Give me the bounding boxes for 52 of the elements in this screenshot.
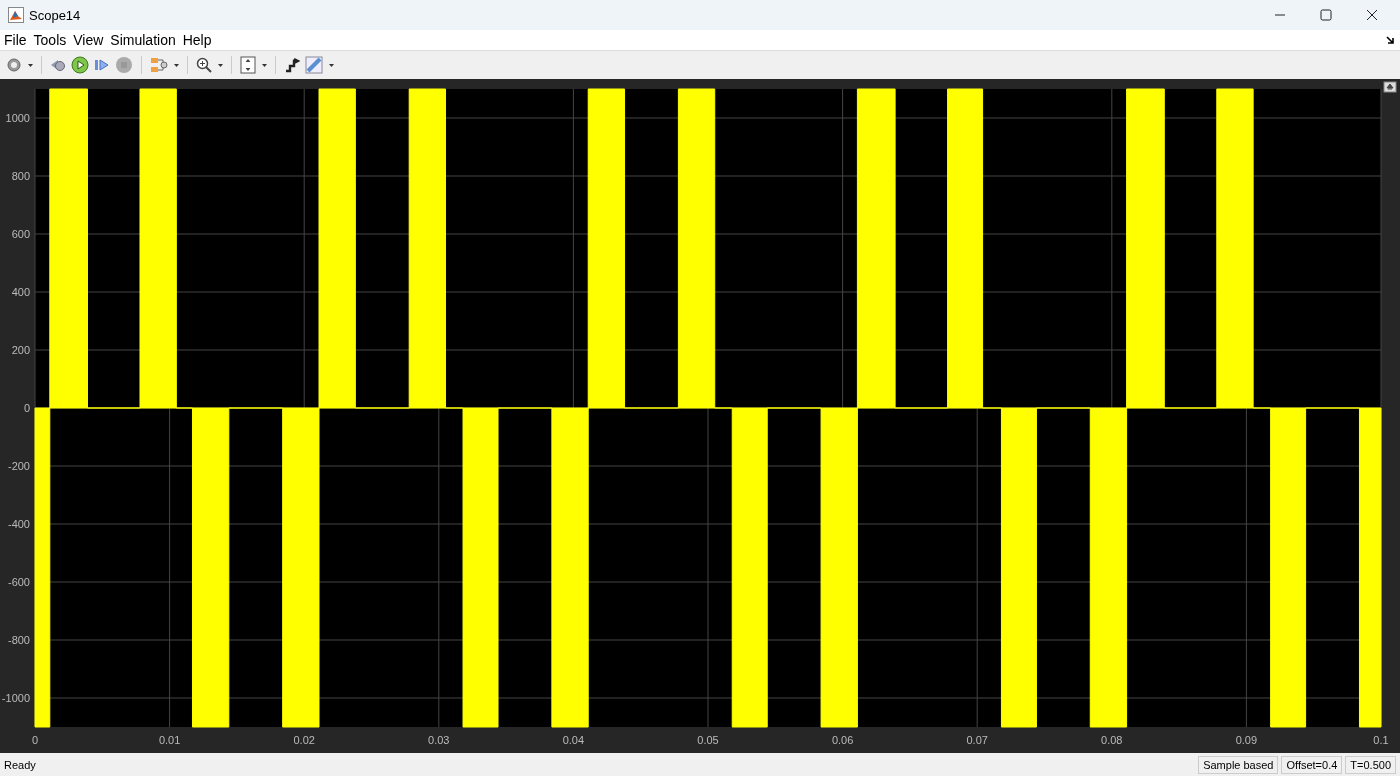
highlight-block-icon[interactable] — [284, 57, 300, 73]
signal-blocks-icon[interactable] — [150, 57, 168, 73]
menu-item[interactable]: File — [4, 32, 27, 48]
window-title: Scope14 — [29, 7, 81, 23]
settings-icon[interactable] — [6, 57, 22, 73]
caret-icon[interactable] — [28, 63, 33, 67]
zoom-in-icon[interactable] — [196, 57, 212, 73]
expand-axes-icon[interactable] — [1383, 81, 1397, 93]
x-tick-label: 0.01 — [158, 734, 181, 746]
autoscale-icon[interactable] — [240, 56, 256, 74]
y-tick-label: 200 — [11, 344, 30, 356]
y-tick-label: -400 — [7, 518, 30, 530]
y-tick-label: -800 — [7, 634, 30, 646]
maximize-icon[interactable] — [1320, 9, 1332, 21]
x-tick-label: 0.03 — [428, 734, 450, 746]
menu-item[interactable]: Help — [182, 32, 212, 48]
caret-icon[interactable] — [218, 63, 223, 67]
caret-icon[interactable] — [174, 63, 179, 67]
app-logo-icon — [8, 7, 24, 23]
stop-icon — [115, 56, 133, 74]
caret-icon[interactable] — [262, 63, 267, 67]
x-tick-label: 0.06 — [831, 734, 854, 746]
x-tick-label: 0.1 — [1373, 734, 1389, 746]
dock-arrow-icon[interactable] — [1386, 35, 1395, 45]
x-tick-label: 0 — [31, 734, 39, 746]
x-tick-label: 0.08 — [1101, 734, 1123, 746]
step-forward-icon[interactable] — [94, 57, 110, 73]
status-field: Offset=0.4 — [1281, 755, 1343, 774]
y-tick-label: 400 — [11, 286, 30, 298]
y-tick-label: 600 — [11, 228, 30, 240]
close-icon[interactable] — [1366, 9, 1378, 21]
x-tick-label: 0.04 — [562, 734, 585, 746]
caret-icon[interactable] — [329, 63, 334, 67]
menu-item[interactable]: View — [73, 32, 104, 48]
status-field: T=0.500 — [1345, 755, 1396, 774]
ruler-pen-icon[interactable] — [305, 56, 323, 74]
y-tick-label: -600 — [7, 576, 30, 588]
y-tick-label: -1000 — [1, 692, 30, 704]
status-field: Sample based — [1198, 755, 1279, 774]
y-tick-label: -200 — [7, 460, 30, 472]
run-icon[interactable] — [71, 56, 89, 74]
y-tick-label: 1000 — [5, 112, 30, 124]
menu-item[interactable]: Simulation — [110, 32, 176, 48]
y-tick-label: 0 — [23, 402, 30, 414]
x-tick-label: 0.07 — [966, 734, 988, 746]
x-tick-label: 0.02 — [293, 734, 315, 746]
x-tick-label: 0.05 — [697, 734, 719, 746]
status-message: Ready — [4, 758, 36, 771]
menu-item[interactable]: Tools — [33, 32, 67, 48]
x-tick-label: 0.09 — [1235, 734, 1258, 746]
y-tick-label: 800 — [11, 170, 30, 182]
step-back-icon[interactable] — [50, 57, 66, 73]
